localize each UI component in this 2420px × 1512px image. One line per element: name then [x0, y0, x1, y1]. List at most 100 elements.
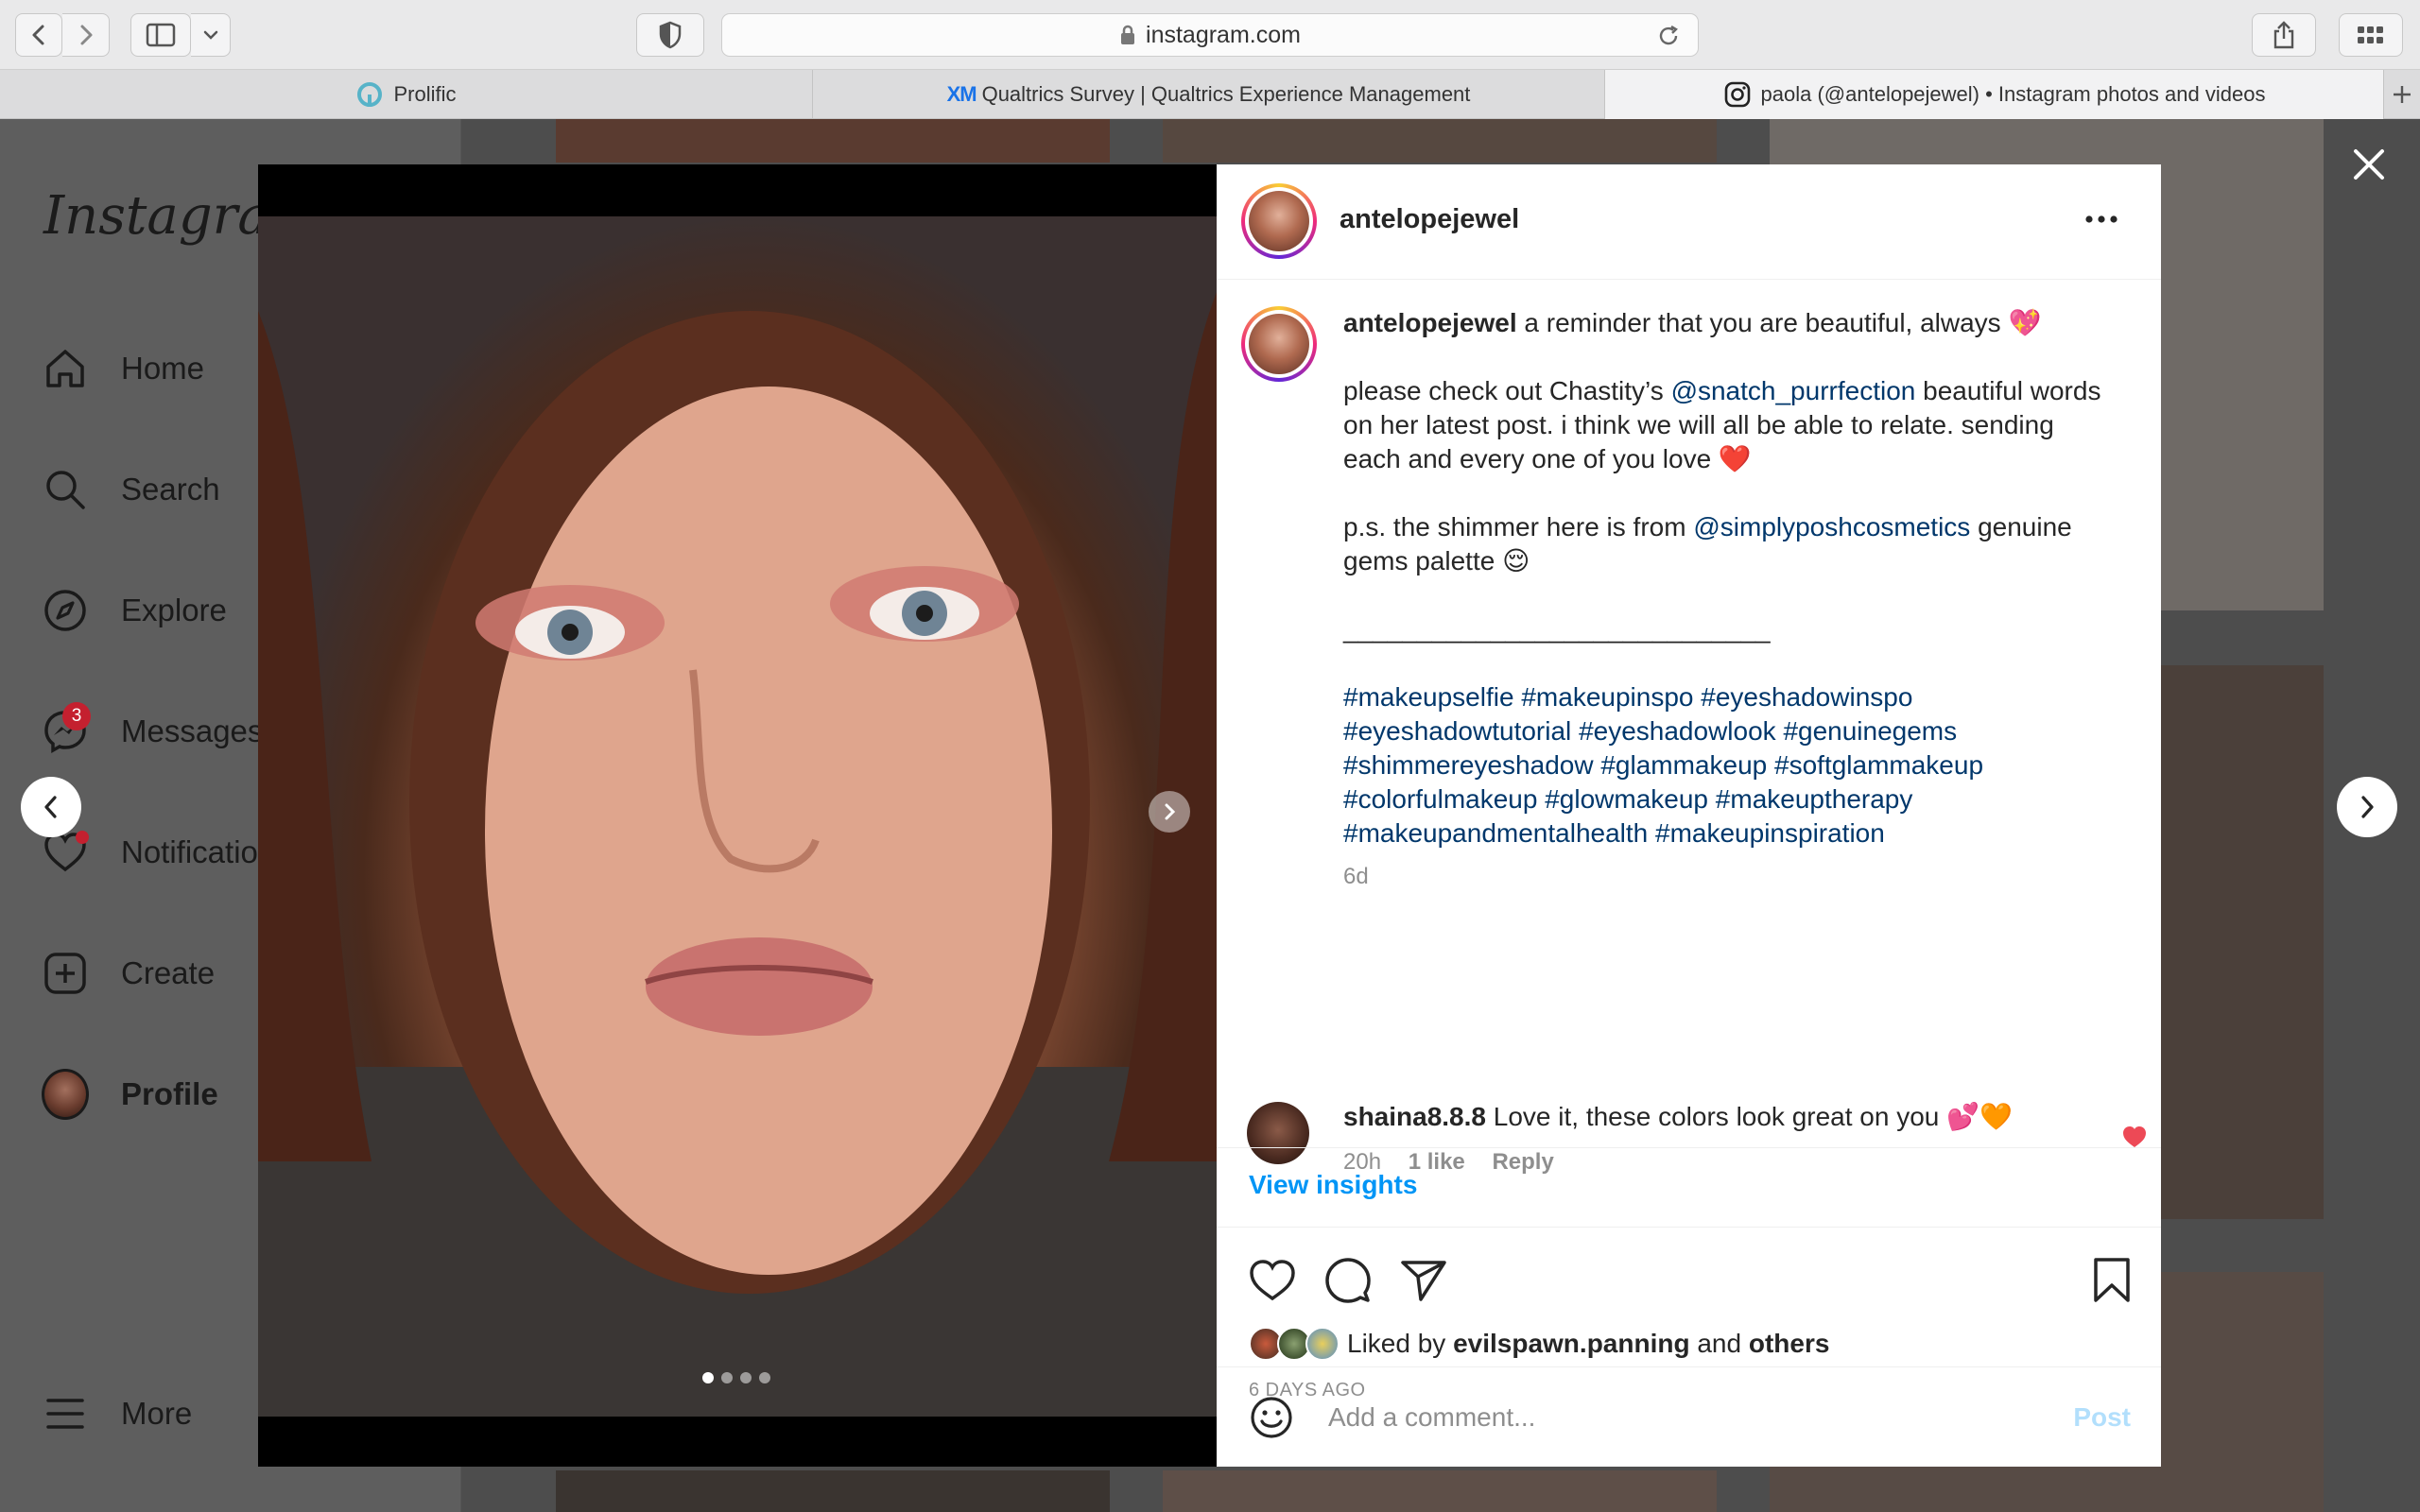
liker-avatars[interactable]: [1249, 1325, 1347, 1363]
hashtag-link[interactable]: #makeupinspiration: [1655, 818, 1885, 848]
post-photo[interactable]: [258, 216, 1217, 1417]
hashtag-link[interactable]: #genuinegems: [1783, 716, 1957, 746]
sidebar-toggle-button[interactable]: [130, 13, 191, 57]
notification-dot: [76, 831, 89, 844]
comments-scroll-area[interactable]: antelopejewel a reminder that you are be…: [1217, 280, 2161, 1225]
hashtag-link[interactable]: #eyeshadowlook: [1579, 716, 1776, 746]
nav-label: Messages: [121, 713, 264, 748]
tab-prolific[interactable]: Prolific: [0, 70, 813, 119]
plus-square-icon: [42, 950, 89, 997]
compass-icon: [42, 587, 89, 634]
sidebar-icon: [146, 23, 176, 47]
tab-label: Prolific: [393, 82, 457, 106]
hashtag-link[interactable]: #makeupselfie: [1343, 682, 1514, 712]
caption-author-avatar[interactable]: [1241, 306, 1317, 382]
comment-like-heart-icon[interactable]: [2121, 1125, 2148, 1149]
chevron-left-icon: [44, 796, 57, 818]
close-icon[interactable]: [2350, 146, 2388, 183]
share-button[interactable]: [2252, 13, 2316, 57]
save-bookmark-icon[interactable]: [2092, 1257, 2132, 1304]
hashtag-link[interactable]: #makeupandmentalhealth: [1343, 818, 1648, 848]
author-avatar[interactable]: [1241, 183, 1317, 259]
mention-link[interactable]: @simplyposhcosmetics: [1693, 512, 1970, 541]
liked-by-others[interactable]: others: [1749, 1329, 1830, 1359]
hashtag-link[interactable]: #glammakeup: [1600, 750, 1767, 780]
share-paper-plane-icon[interactable]: [1400, 1259, 1447, 1302]
author-username[interactable]: antelopejewel: [1340, 204, 1519, 235]
post-media: [258, 164, 1217, 1467]
comment-reply-button[interactable]: Reply: [1492, 1149, 1553, 1175]
grid-thumbnail[interactable]: [556, 119, 1110, 163]
nav-search[interactable]: Search: [42, 461, 220, 518]
post-comment-button[interactable]: Post: [2073, 1402, 2131, 1433]
add-comment-bar: Post: [1217, 1366, 2161, 1467]
hashtag-link[interactable]: #colorfulmakeup: [1343, 784, 1537, 814]
caption-username[interactable]: antelopejewel: [1343, 308, 1517, 337]
more-options-icon[interactable]: [2084, 214, 2118, 225]
comment-username[interactable]: shaina8.8.8: [1343, 1102, 1486, 1131]
tab-instagram[interactable]: paola (@antelopejewel) • Instagram photo…: [1605, 70, 2384, 119]
avatar: [1305, 1327, 1340, 1361]
tab-label: Qualtrics Survey | Qualtrics Experience …: [981, 82, 1471, 106]
previous-post-button[interactable]: [21, 777, 81, 837]
nav-label: Home: [121, 351, 205, 386]
emoji-icon[interactable]: [1249, 1395, 1294, 1440]
caption-line1: a reminder that you are beautiful, alway…: [1516, 308, 2042, 337]
caption-separator: _____________________________: [1343, 614, 1771, 644]
url-text: instagram.com: [1146, 21, 1301, 48]
next-post-button[interactable]: [2337, 777, 2397, 837]
hashtag-link[interactable]: #makeupinspo: [1521, 682, 1693, 712]
address-bar[interactable]: instagram.com: [721, 13, 1699, 57]
nav-create[interactable]: Create: [42, 945, 215, 1002]
comment-icon[interactable]: [1324, 1257, 1372, 1304]
tab-qualtrics[interactable]: XM Qualtrics Survey | Qualtrics Experien…: [813, 70, 1605, 119]
menu-icon: [42, 1390, 89, 1437]
comment: shaina8.8.8 Love it, these colors look g…: [1343, 1100, 2081, 1179]
nav-profile[interactable]: Profile: [42, 1066, 218, 1123]
forward-button[interactable]: [62, 13, 110, 57]
hashtag-link[interactable]: #makeuptherapy: [1716, 784, 1913, 814]
divider: [1217, 1227, 2161, 1228]
grid-thumbnail[interactable]: [556, 1470, 1110, 1512]
comment-text: Love it, these colors look great on you …: [1485, 1102, 2013, 1131]
comment-input[interactable]: [1326, 1400, 2045, 1434]
post-header: antelopejewel: [1217, 164, 2161, 280]
hashtag-link[interactable]: #shimmereyeshadow: [1343, 750, 1594, 780]
carousel-next-arrow[interactable]: [1149, 791, 1190, 833]
search-icon: [42, 466, 89, 513]
plus-icon: [2394, 86, 2411, 103]
nav-label: More: [121, 1396, 193, 1431]
hashtag-link[interactable]: #eyeshadowtutorial: [1343, 716, 1571, 746]
liked-by-user[interactable]: evilspawn.panning: [1453, 1329, 1689, 1359]
tab-group-dropdown[interactable]: [191, 13, 231, 57]
new-tab-button[interactable]: [2384, 70, 2420, 119]
caption-p2-pre: please check out Chastity’s: [1343, 376, 1671, 405]
view-insights-link[interactable]: View insights: [1249, 1170, 1417, 1200]
tab-overview-button[interactable]: [2339, 13, 2403, 57]
nav-more[interactable]: More: [42, 1385, 192, 1442]
grid-thumbnail[interactable]: [1163, 119, 1717, 163]
nav-notifications[interactable]: Notifications: [42, 824, 291, 881]
chevron-right-icon: [2361, 796, 2374, 818]
commenter-avatar[interactable]: [1247, 1102, 1309, 1164]
privacy-report-button[interactable]: [636, 13, 704, 57]
like-heart-icon[interactable]: [1249, 1259, 1296, 1302]
carousel-dot: [759, 1372, 770, 1383]
reload-icon[interactable]: [1656, 24, 1681, 48]
tab-bar: Prolific XM Qualtrics Survey | Qualtrics…: [0, 70, 2420, 119]
grid-thumbnail[interactable]: [1163, 1470, 1717, 1512]
chevron-right-icon: [80, 25, 92, 45]
hashtag-link[interactable]: #glowmakeup: [1545, 784, 1708, 814]
nav-home[interactable]: Home: [42, 340, 204, 397]
hashtag-link[interactable]: #eyeshadowinspo: [1701, 682, 1912, 712]
mention-link[interactable]: @snatch_purrfection: [1671, 376, 1916, 405]
messenger-icon: 3: [42, 702, 91, 755]
grid-icon: [2358, 26, 2383, 43]
hashtag-list: #makeupselfie #makeupinspo #eyeshadowins…: [1343, 680, 2118, 850]
hashtag-link[interactable]: #softglammakeup: [1774, 750, 1983, 780]
caption-timestamp[interactable]: 6d: [1343, 860, 2118, 894]
nav-messages[interactable]: 3 Messages: [42, 702, 264, 760]
nav-label: Create: [121, 955, 216, 990]
back-button[interactable]: [15, 13, 62, 57]
nav-explore[interactable]: Explore: [42, 582, 227, 639]
